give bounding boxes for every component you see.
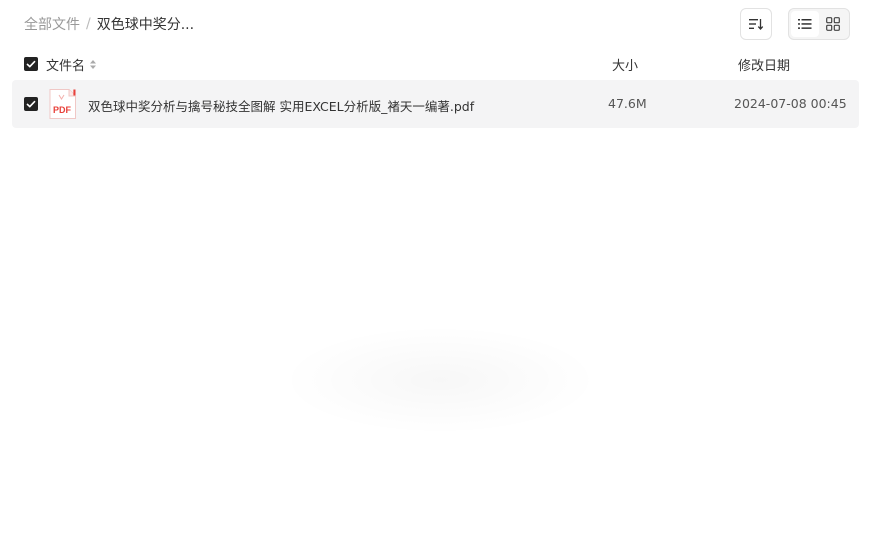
list-view-icon	[798, 19, 812, 29]
pdf-icon-label: PDF	[53, 105, 72, 115]
sort-button[interactable]	[740, 8, 772, 40]
table-row[interactable]: PDF 双色球中奖分析与擒号秘技全图解 实用EXCEL分析版_褚天一编著.pdf…	[12, 80, 859, 128]
list-view-button[interactable]	[791, 11, 819, 37]
row-checkbox[interactable]	[24, 97, 38, 111]
empty-area-shadow	[280, 325, 600, 435]
name-column-header[interactable]: 文件名	[46, 55, 97, 74]
date-column-header: 修改日期	[738, 59, 791, 74]
name-column-label: 文件名	[46, 59, 86, 74]
size-column-header: 大小	[612, 59, 639, 74]
breadcrumb-current: 双色球中奖分...	[96, 17, 195, 33]
table-header: 文件名 大小 修改日期	[0, 52, 874, 76]
breadcrumb: 全部文件 / 双色球中奖分...	[24, 14, 194, 34]
select-all-checkbox[interactable]	[24, 57, 38, 71]
file-size: 47.6M	[608, 96, 647, 111]
grid-view-button[interactable]	[819, 11, 847, 37]
breadcrumb-root[interactable]: 全部文件	[24, 14, 80, 34]
file-browser: 全部文件 / 双色球中奖分... 文件名 大小 修改日期 PDF 双色球中奖分析…	[0, 0, 874, 538]
checkmark-icon	[26, 60, 36, 68]
view-toggle	[788, 8, 850, 40]
checkmark-icon	[26, 100, 36, 108]
pdf-file-icon: PDF	[49, 89, 76, 119]
file-modified-date: 2024-07-08 00:45	[734, 96, 847, 111]
file-name[interactable]: 双色球中奖分析与擒号秘技全图解 实用EXCEL分析版_褚天一编著.pdf	[88, 96, 588, 115]
grid-view-icon	[826, 17, 840, 31]
sort-icon	[749, 19, 764, 30]
top-bar: 全部文件 / 双色球中奖分...	[0, 0, 874, 48]
breadcrumb-separator: /	[86, 16, 91, 32]
sort-arrows-icon[interactable]	[89, 59, 97, 70]
